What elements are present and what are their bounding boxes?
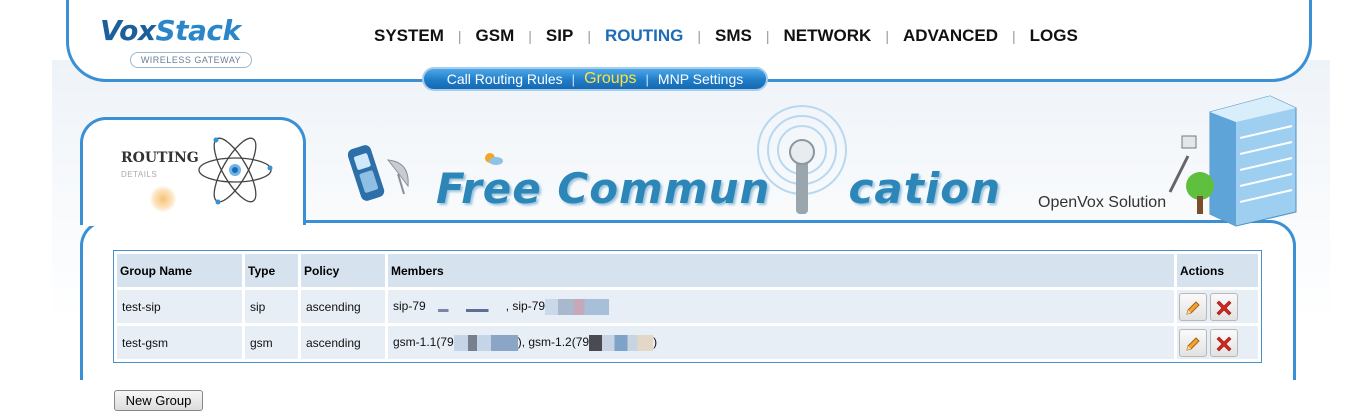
building-icon [1168, 95, 1297, 227]
openvox-solution-label: OpenVox Solution [1038, 194, 1167, 211]
main-nav: SYSTEM | GSM | SIP | ROUTING | SMS | NET… [360, 26, 1092, 46]
redacted-block [453, 334, 518, 351]
member-text: gsm-1.1(79 [393, 334, 454, 349]
glow-decoration [150, 186, 176, 212]
mobile-phone-icon [348, 145, 409, 201]
cell-type: sip [245, 290, 298, 323]
nav-advanced[interactable]: ADVANCED [889, 26, 1012, 46]
sub-nav: Call Routing Rules | Groups | MNP Settin… [422, 67, 768, 91]
delete-button[interactable] [1210, 292, 1238, 321]
table-row: test-sip sip ascending sip-79 , sip-79 [117, 290, 1258, 323]
banner-text-left: Free Commun [436, 164, 771, 213]
atom-icon [198, 137, 273, 205]
table-header-row: Group Name Type Policy Members Actions [117, 254, 1258, 287]
col-group-name: Group Name [117, 254, 242, 287]
cell-type: gsm [245, 326, 298, 359]
member-text: ) [653, 334, 658, 349]
banner-slogan: Free Commun cation [436, 164, 1001, 213]
nav-logs[interactable]: LOGS [1016, 26, 1092, 46]
subnav-call-routing-rules[interactable]: Call Routing Rules [438, 71, 572, 87]
redacted-block [589, 334, 654, 351]
nav-routing-label: ROUTING [604, 26, 684, 45]
banner-text-right: cation [848, 164, 1001, 213]
new-group-button[interactable]: New Group [114, 390, 203, 411]
cell-actions [1177, 290, 1258, 323]
nav-system[interactable]: SYSTEM [360, 26, 458, 46]
nav-routing[interactable]: ROUTING [591, 26, 697, 46]
col-policy: Policy [301, 254, 385, 287]
nav-sip[interactable]: SIP [532, 26, 587, 46]
subnav-mnp-settings[interactable]: MNP Settings [649, 71, 752, 87]
nav-gsm[interactable]: GSM [462, 26, 529, 46]
logo-vox: Vox [100, 14, 156, 47]
section-title: ROUTING [121, 150, 199, 166]
pencil-icon [1186, 301, 1200, 316]
cell-members: gsm-1.1(79 ), gsm-1.2(79) [388, 326, 1174, 359]
edit-button[interactable] [1179, 292, 1207, 321]
antenna-signal-icon [757, 105, 847, 214]
cell-policy: ascending [301, 290, 385, 323]
logo-subtitle: WIRELESS GATEWAY [130, 52, 252, 68]
voxstack-logo[interactable]: VoxStack WIRELESS GATEWAY [100, 14, 252, 68]
cell-policy: ascending [301, 326, 385, 359]
cell-group-name: test-sip [117, 290, 242, 323]
redacted-block [425, 308, 506, 312]
redacted-block [545, 298, 610, 315]
tab-joint [83, 218, 303, 226]
nav-network[interactable]: NETWORK [769, 26, 885, 46]
col-members: Members [388, 254, 1174, 287]
pencil-icon [1186, 337, 1200, 352]
member-text: ), gsm-1.2(79 [517, 334, 590, 349]
delete-button[interactable] [1210, 328, 1238, 357]
col-type: Type [245, 254, 298, 287]
table-row: test-gsm gsm ascending gsm-1.1(79 ), gsm-… [117, 326, 1258, 359]
cell-group-name: test-gsm [117, 326, 242, 359]
red-x-icon [1216, 336, 1232, 352]
cell-members: sip-79 , sip-79 [388, 290, 1174, 323]
logo-stack: Stack [155, 14, 241, 47]
logo-text: VoxStack [100, 14, 241, 47]
red-x-icon [1216, 300, 1232, 316]
edit-button[interactable] [1179, 328, 1207, 357]
nav-sms[interactable]: SMS [701, 26, 766, 46]
col-actions: Actions [1177, 254, 1258, 287]
section-subtitle: DETAILS [121, 170, 158, 179]
member-text: sip-79 [393, 298, 426, 313]
member-text: , sip-79 [505, 298, 546, 313]
groups-table: Group Name Type Policy Members Actions t… [113, 250, 1262, 363]
cell-actions [1177, 326, 1258, 359]
subnav-groups[interactable]: Groups [575, 70, 645, 88]
